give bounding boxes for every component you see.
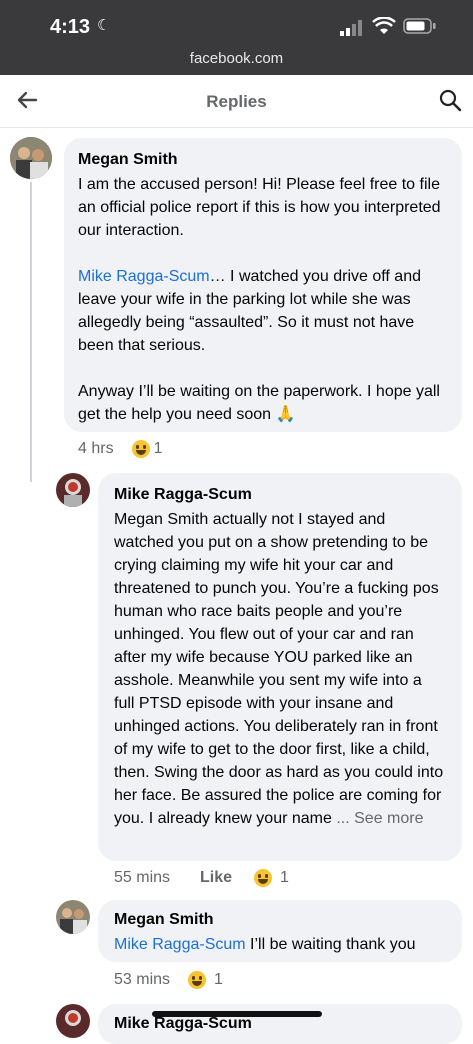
see-more-link[interactable]: ... See more — [336, 810, 423, 827]
mention-link[interactable]: Mike Ragga-Scum — [114, 936, 246, 953]
reaction-count[interactable]: 1 — [154, 440, 163, 458]
home-indicator[interactable] — [152, 1011, 322, 1017]
thread-line — [30, 182, 32, 482]
avatar[interactable] — [56, 473, 90, 507]
avatar-photo-icon — [56, 473, 90, 507]
comment-bubble: Megan Smith Mike Ragga-Scum I’ll be wait… — [98, 900, 462, 962]
comment-meta: 53 mins 1 — [114, 971, 223, 989]
comment-text: Megan Smith actually not I stayed and wa… — [114, 508, 446, 830]
haha-reaction-icon[interactable] — [188, 971, 207, 989]
comment-text: I am the accused person! Hi! Please feel… — [78, 176, 441, 239]
comment-text: Mike Ragga-Scum I’ll be waiting thank yo… — [114, 933, 446, 956]
clock: 4:13 — [50, 16, 91, 38]
signal-icon — [340, 20, 362, 36]
comment-bubble: Mike Ragga-Scum — [98, 1004, 462, 1044]
haha-reaction-icon[interactable] — [254, 869, 273, 887]
moon-icon: ☾ — [97, 17, 111, 34]
mention-link[interactable]: Mike Ragga-Scum — [78, 268, 210, 285]
wifi-icon — [372, 17, 396, 34]
avatar[interactable] — [10, 137, 52, 179]
avatar-photo-icon — [10, 137, 52, 179]
comment-author[interactable]: Megan Smith — [114, 908, 446, 931]
comment-meta: 55 mins Like 1 — [114, 869, 289, 887]
comment-text-rest: I’ll be waiting thank you — [245, 936, 416, 953]
haha-reaction-icon[interactable] — [131, 440, 150, 458]
timestamp: 53 mins — [114, 971, 171, 988]
battery-icon — [403, 18, 436, 34]
comment-meta: 4 hrs 1 — [78, 440, 162, 458]
comment-author[interactable]: Megan Smith — [78, 148, 448, 171]
comment-text: Anyway I’ll be waiting on the paperwork.… — [78, 383, 440, 423]
comment-author[interactable]: Mike Ragga-Scum — [114, 483, 446, 506]
timestamp: 4 hrs — [78, 440, 114, 457]
top-bar: Replies — [0, 75, 473, 128]
avatar[interactable] — [56, 1004, 90, 1038]
avatar-photo-icon — [56, 900, 90, 934]
like-button[interactable]: Like — [200, 869, 232, 887]
comment-text-body: Megan Smith actually not I stayed and wa… — [114, 511, 444, 827]
avatar-photo-icon — [56, 1004, 90, 1038]
page-title: Replies — [206, 92, 267, 111]
reaction-count[interactable]: 1 — [280, 869, 289, 887]
comment-bubble: Megan Smith I am the accused person! Hi!… — [64, 138, 462, 432]
comment-bubble: Mike Ragga-Scum Megan Smith actually not… — [98, 473, 462, 861]
timestamp: 55 mins — [114, 869, 171, 886]
search-icon[interactable] — [438, 88, 462, 112]
avatar[interactable] — [56, 900, 90, 934]
url-label[interactable]: facebook.com — [0, 50, 473, 67]
comment-text: Mike Ragga-Scum… I watched you drive off… — [78, 265, 448, 357]
reaction-count[interactable]: 1 — [214, 971, 223, 989]
status-bar: 4:13 ☾ facebook.com — [0, 0, 473, 75]
